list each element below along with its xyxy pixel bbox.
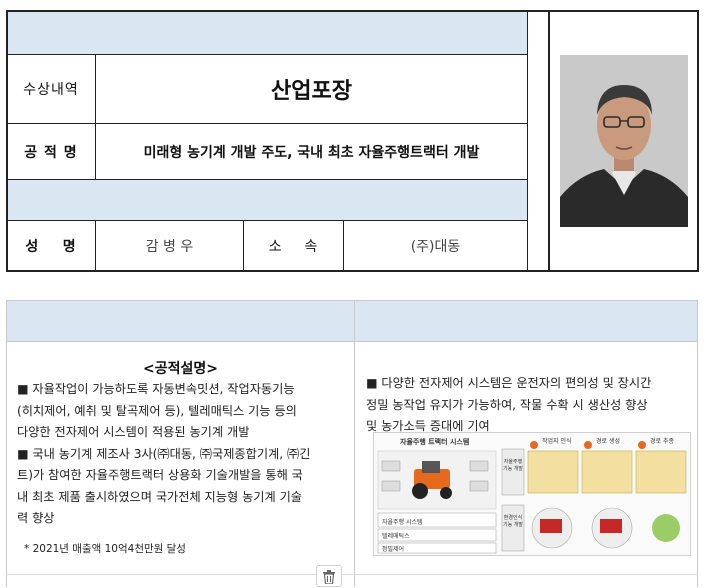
desc-line: 정밀 농작업 유지가 가능하여, 작물 수확 시 생산성 향상	[366, 397, 648, 412]
achievement-label: 공 적 명	[24, 144, 78, 161]
sales-note: * 2021년 매출액 10억4천만원 달성	[24, 543, 186, 555]
diagram-side-label-2: 환경인식 기능 개발	[503, 515, 523, 528]
delete-button[interactable]	[316, 565, 342, 587]
diagram-block-3: 정밀제어	[382, 546, 405, 553]
header-band	[7, 12, 527, 54]
diagram-step-3: 경로 추종	[650, 438, 674, 445]
bottom-divider	[6, 574, 698, 575]
diagram-block-2: 텔레매틱스	[382, 533, 410, 540]
desc-line: 트)가 참여한 자율주행트랙터 상용화 기술개발을 통해 국	[17, 468, 303, 482]
diagram-block-1: 자율주행 시스템	[382, 519, 423, 526]
desc-line: ■ 국내 농기계 제조사 3사(㈜대동, ㈜국제종합기계, ㈜긴	[17, 446, 311, 461]
person-name: 감 병 우	[145, 238, 194, 255]
achievement-title: 미래형 농기계 개발 주도, 국내 최초 자율주행트랙터 개발	[143, 144, 480, 161]
right-description: ■ 다양한 전자제어 시스템은 운전자의 편의성 및 장시간 정밀 농작업 유지…	[366, 373, 696, 438]
desc-line: 력 향상	[17, 511, 55, 525]
award-name: 산업포장	[271, 79, 352, 104]
desc-line: (히치제어, 예취 및 탈곡제어 등), 텔레매틱스 기능 등의	[17, 403, 297, 418]
affiliation: (주)대동	[410, 238, 461, 255]
spacer-band	[7, 179, 527, 220]
system-diagram: 자율주행 트랙터 시스템 작업지 인식 경로 생성 경로 추종 자율주행 기능 …	[373, 432, 691, 556]
desc-line: 다양한 전자제어 시스템이 적용된 농기계 개발	[17, 425, 250, 439]
trash-icon	[323, 569, 335, 585]
name-label: 성 명	[25, 238, 77, 255]
portrait-photo	[560, 55, 688, 227]
diagram-step-2: 경로 생성	[596, 438, 620, 445]
description-heading: <공적설명>	[143, 361, 218, 377]
diagram-title: 자율주행 트랙터 시스템	[400, 438, 470, 446]
diagram-side-label-1: 자율주행 기능 개발	[503, 459, 523, 472]
desc-line: ■ 다양한 전자제어 시스템은 운전자의 편의성 및 장시간	[366, 376, 652, 390]
diagram-step-1: 작업지 인식	[542, 438, 572, 445]
affiliation-label: 소 속	[268, 238, 319, 255]
desc-line: 내 최초 제품 출시하였으며 국가전체 지능형 농기계 기술	[17, 489, 303, 504]
description-header-band	[7, 301, 697, 342]
award-label: 수상내역	[23, 82, 79, 98]
left-description: ■ 자율작업이 가능하도록 자동변속밋션, 작업자동기능 (히치제어, 예취 및…	[17, 379, 353, 530]
desc-line: ■ 자율작업이 가능하도록 자동변속밋션, 작업자동기능	[17, 382, 295, 396]
